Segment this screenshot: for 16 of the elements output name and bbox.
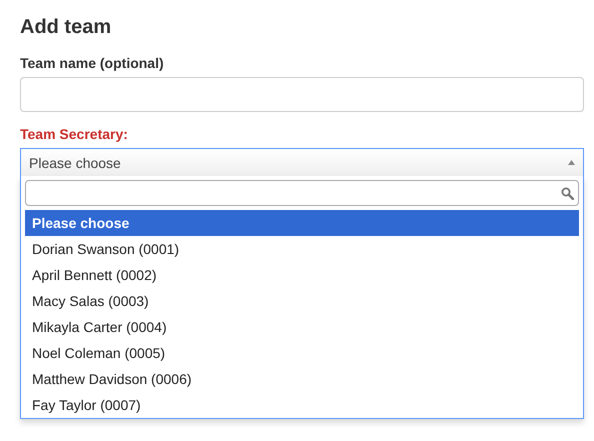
- team-name-field[interactable]: [20, 77, 584, 112]
- page-title: Add team: [20, 16, 112, 39]
- dropdown-option[interactable]: Dorian Swanson (0001): [25, 236, 579, 262]
- dropdown-option[interactable]: Matthew Davidson (0006): [25, 366, 579, 392]
- search-icon: [561, 186, 574, 200]
- dropdown-option[interactable]: April Bennett (0002): [25, 262, 579, 288]
- field-label: Team name (optional): [20, 55, 165, 71]
- dropdown-option[interactable]: Noel Coleman (0005): [25, 340, 579, 366]
- caret-icon: [568, 160, 575, 165]
- field-label: Team Secretary:: [20, 126, 129, 142]
- dropdown-option[interactable]: Macy Salas (0003): [25, 288, 579, 314]
- dropdown-option[interactable]: Please choose: [25, 210, 579, 236]
- search-field[interactable]: [25, 180, 579, 206]
- secretary-select[interactable]: Please choose: [20, 148, 584, 176]
- dropdown-option[interactable]: Fay Taylor (0007): [25, 392, 579, 418]
- dropdown-option[interactable]: Mikayla Carter (0004): [25, 314, 579, 340]
